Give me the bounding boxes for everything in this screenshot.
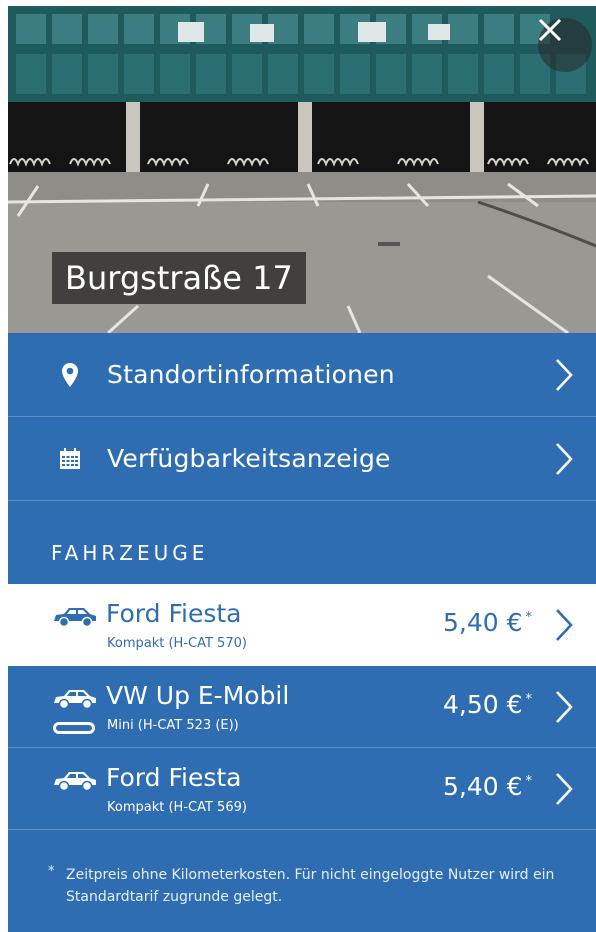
- vehicle-row[interactable]: Ford Fiesta Kompakt (H-CAT 569) 5,40 € *: [8, 748, 596, 830]
- chevron-right-icon: [556, 609, 573, 641]
- location-title: Burgstraße 17: [52, 252, 306, 304]
- map-pin-icon: [58, 360, 82, 390]
- vehicle-name: VW Up E-Mobil: [106, 681, 290, 710]
- vehicle-price: 4,50 € *: [442, 690, 532, 719]
- vehicles-heading: FAHRZEUGE: [51, 541, 209, 565]
- vehicle-class: Kompakt (H-CAT 569): [107, 800, 247, 815]
- footnote-asterisk: *: [48, 864, 55, 879]
- vehicle-name: Ford Fiesta: [106, 599, 242, 628]
- car-icon: [54, 772, 96, 792]
- nav-item-label: Verfügbarkeitsanzeige: [107, 444, 391, 473]
- nav-item-availability[interactable]: Verfügbarkeitsanzeige: [8, 417, 596, 501]
- vehicle-row[interactable]: VW Up E-Mobil Mini (H-CAT 523 (E)) 4,50 …: [8, 666, 596, 748]
- vehicle-row[interactable]: Ford Fiesta Kompakt (H-CAT 570) 5,40 € *: [8, 584, 596, 666]
- calendar-icon: [58, 444, 82, 474]
- footnote-text: Zeitpreis ohne Kilometerkosten. Für nich…: [66, 867, 555, 905]
- vehicle-price: 5,40 € *: [442, 772, 532, 801]
- chevron-right-icon: [556, 358, 573, 391]
- price-footnote: * Zeitpreis ohne Kilometerkosten. Für ni…: [48, 864, 572, 908]
- close-icon: [538, 18, 562, 42]
- nav-item-label: Standortinformationen: [107, 360, 395, 389]
- location-photo: Burgstraße 17: [8, 6, 596, 333]
- close-button[interactable]: [538, 18, 592, 72]
- location-panel: Burgstraße 17 Standortinformationen Verf…: [8, 6, 596, 932]
- car-icon: [54, 608, 96, 628]
- car-icon: [54, 690, 96, 710]
- vehicle-name: Ford Fiesta: [106, 763, 242, 792]
- battery-icon: [53, 722, 95, 734]
- nav-item-location-info[interactable]: Standortinformationen: [8, 333, 596, 417]
- chevron-right-icon: [556, 442, 573, 475]
- vehicle-class: Kompakt (H-CAT 570): [107, 636, 247, 651]
- vehicle-price: 5,40 € *: [442, 608, 532, 637]
- vehicle-class: Mini (H-CAT 523 (E)): [107, 718, 239, 733]
- chevron-right-icon: [556, 773, 573, 805]
- chevron-right-icon: [556, 691, 573, 723]
